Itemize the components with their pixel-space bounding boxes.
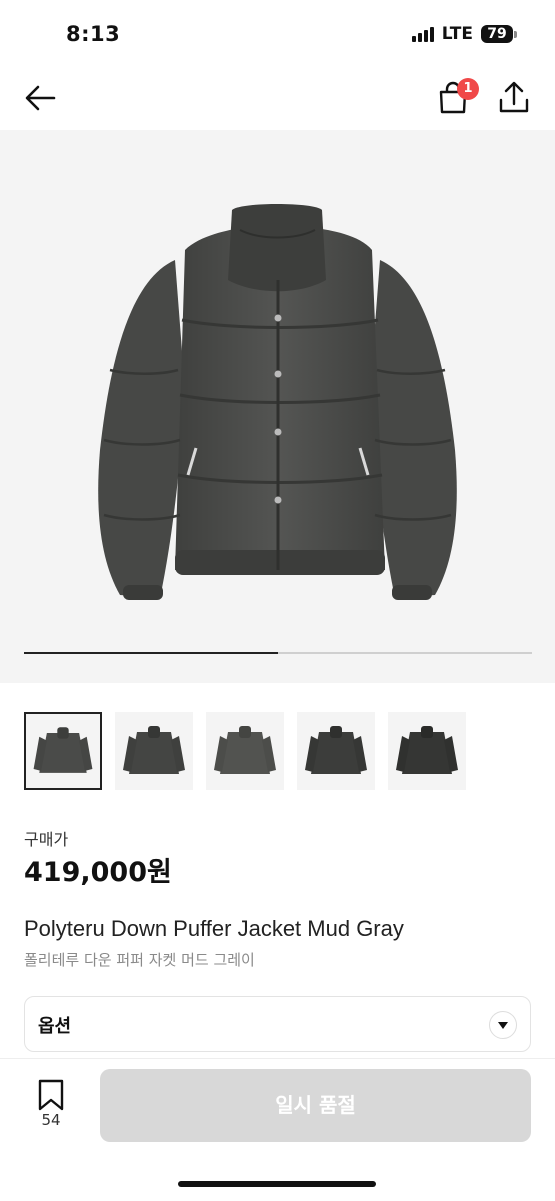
thumbnail-1[interactable] — [24, 712, 102, 790]
cart-count-badge: 1 — [457, 78, 479, 100]
option-label: 옵션 — [38, 1016, 72, 1037]
gallery-progress-indicator — [24, 652, 278, 654]
product-name-korean: 폴리테루 다운 퍼퍼 자켓 머드 그레이 — [24, 951, 255, 969]
home-indicator — [178, 1181, 376, 1187]
battery-icon: 79 — [481, 25, 517, 43]
share-icon[interactable] — [494, 78, 534, 118]
price-label: 구매가 — [24, 830, 69, 849]
battery-level: 79 — [481, 25, 513, 43]
sold-out-button[interactable]: 일시 품절 — [100, 1069, 531, 1142]
product-name-english: Polyteru Down Puffer Jacket Mud Gray — [24, 916, 404, 941]
network-label: LTE — [441, 24, 473, 44]
option-selector[interactable] — [24, 996, 531, 1052]
puffer-jacket-image — [98, 204, 457, 600]
status-time: 8:13 — [66, 22, 121, 46]
thumbnail-4[interactable] — [297, 712, 375, 790]
thumbnail-5[interactable] — [388, 712, 466, 790]
product-image[interactable] — [0, 130, 555, 683]
signal-icon — [411, 26, 434, 42]
bookmark-count: 54 — [41, 1111, 61, 1129]
product-price: 419,000원 — [24, 857, 172, 888]
chevron-down-icon[interactable] — [489, 1011, 517, 1039]
bookmark-icon[interactable] — [36, 1078, 66, 1112]
thumbnail-2[interactable] — [115, 712, 193, 790]
status-indicators: LTE 79 — [411, 24, 517, 44]
back-arrow-icon[interactable] — [20, 78, 60, 118]
thumbnail-3[interactable] — [206, 712, 284, 790]
